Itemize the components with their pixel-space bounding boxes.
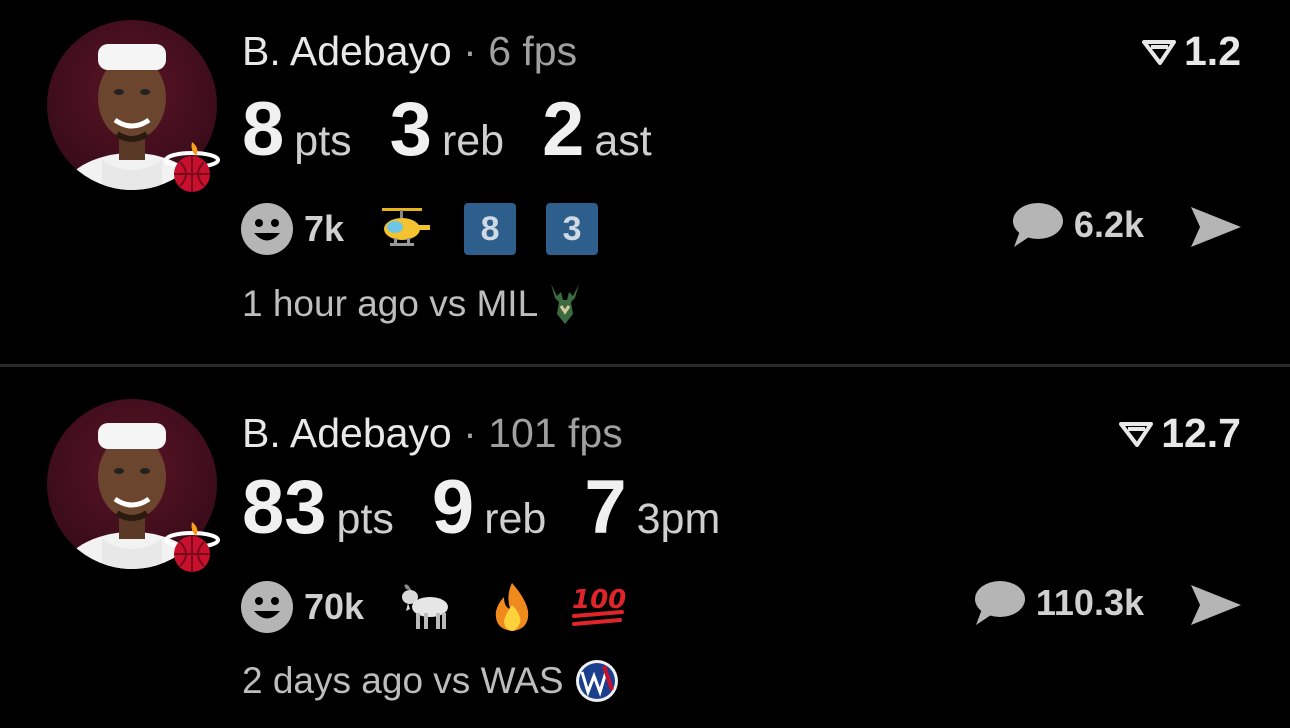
smiley-icon[interactable] [240,580,294,634]
feed: B. Adebayo · 6 fps 1.2 8 pts 3 reb 2 ast [0,0,1290,728]
likes-count[interactable]: 7k [304,208,344,250]
likes-count[interactable]: 70k [304,586,364,628]
reaction-bar: 70k 100 [240,579,660,635]
post-card[interactable]: B. Adebayo · 101 fps 12.7 83 pts 9 reb 7… [0,368,1290,728]
share-icon[interactable] [1188,582,1244,628]
fps-count: 6 fps [488,28,578,74]
heat-logo [164,142,220,192]
goat-emoji[interactable] [398,581,454,633]
post-card[interactable]: B. Adebayo · 6 fps 1.2 8 pts 3 reb 2 ast [0,0,1290,362]
stat-value: 3 [389,87,432,172]
separator: · [463,410,477,456]
score: 12.7 [1119,410,1241,457]
stat-line: 8 pts 3 reb 2 ast [242,92,690,168]
score-value: 1.2 [1184,28,1241,74]
player-name[interactable]: B. Adebayo [242,28,452,74]
comments[interactable]: 6.2k [1010,201,1144,249]
game-info: 1 hour ago vs MIL [242,282,582,326]
stat-value: 2 [542,87,585,172]
stat-value: 83 [242,465,327,550]
vote-icon [1119,421,1154,447]
game-time-opponent: 2 days ago vs WAS [242,660,564,701]
game-info: 2 days ago vs WAS [242,658,620,704]
stat-unit: pts [336,495,394,543]
stat-unit: 3pm [636,495,721,543]
heat-logo [164,522,220,572]
bucks-logo [551,284,580,324]
hundred-emoji[interactable]: 100 [570,582,628,632]
comment-icon[interactable] [972,579,1026,627]
wizards-logo [575,660,618,702]
stat-line: 83 pts 9 reb 7 3pm [242,470,758,546]
fps-count: 101 fps [488,410,623,456]
comments[interactable]: 110.3k [972,579,1144,627]
comments-count: 110.3k [1035,582,1144,623]
smiley-icon[interactable] [240,202,294,256]
game-time-opponent: 1 hour ago vs MIL [242,283,539,324]
stat-unit: reb [441,117,505,165]
reaction-bar: 7k 8 3 [240,201,628,257]
fire-emoji[interactable] [486,581,538,633]
helicopter-emoji[interactable] [378,205,432,253]
separator: · [463,28,477,74]
stat-unit: reb [484,495,547,543]
vote-icon [1142,39,1176,65]
share-icon[interactable] [1188,204,1244,250]
keycap-3[interactable]: 3 [546,203,599,255]
player-name[interactable]: B. Adebayo [242,410,452,456]
comments-count: 6.2k [1073,204,1144,245]
keycap-8[interactable]: 8 [464,203,517,255]
stat-value: 9 [431,465,475,550]
score-value: 12.7 [1161,410,1241,456]
stat-value: 7 [584,465,627,550]
stat-unit: ast [594,117,652,165]
score: 1.2 [1142,28,1241,75]
post-title: B. Adebayo · 6 fps [242,28,577,75]
post-title: B. Adebayo · 101 fps [242,410,623,457]
post-divider [0,364,1290,367]
stat-value: 8 [242,87,285,172]
stat-unit: pts [294,117,352,165]
comment-icon[interactable] [1010,201,1064,249]
